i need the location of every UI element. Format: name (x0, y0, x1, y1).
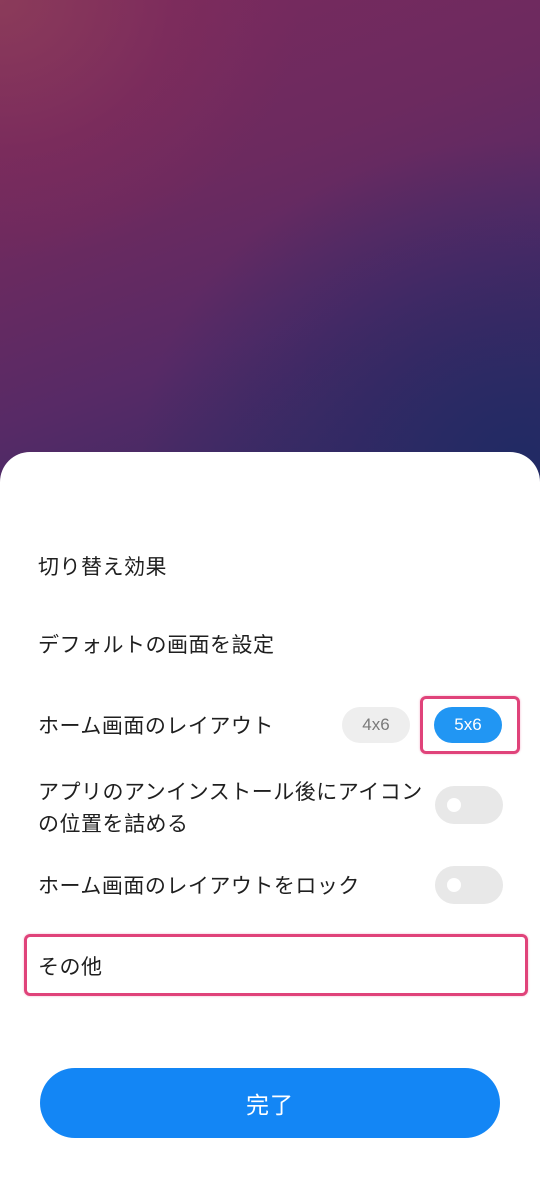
toggle-knob (447, 798, 461, 812)
set-default-screen-item[interactable]: デフォルトの画面を設定 (38, 622, 502, 666)
transition-effect-item[interactable]: 切り替え効果 (38, 544, 502, 588)
set-default-screen-label: デフォルトの画面を設定 (38, 633, 275, 657)
lock-home-layout-label: ホーム画面のレイアウトをロック (38, 874, 360, 898)
wallpaper (0, 0, 540, 520)
auto-arrange-icons-label: アプリのアンインストール後にアイコンの位置を詰める (38, 780, 423, 836)
auto-arrange-icons-toggle[interactable] (435, 786, 503, 824)
transition-effect-label: 切り替え効果 (38, 555, 167, 579)
lock-home-layout-toggle[interactable] (435, 866, 503, 904)
highlight-box-5x6 (420, 696, 520, 754)
toggle-knob (447, 878, 461, 892)
auto-arrange-icons-item: アプリのアンインストール後にアイコンの位置を詰める (38, 776, 502, 840)
layout-option-4x6[interactable]: 4x6 (342, 707, 410, 743)
done-button[interactable]: 完了 (40, 1068, 500, 1138)
lock-home-layout-item: ホーム画面のレイアウトをロック (38, 862, 502, 908)
highlight-box-other (24, 934, 528, 996)
